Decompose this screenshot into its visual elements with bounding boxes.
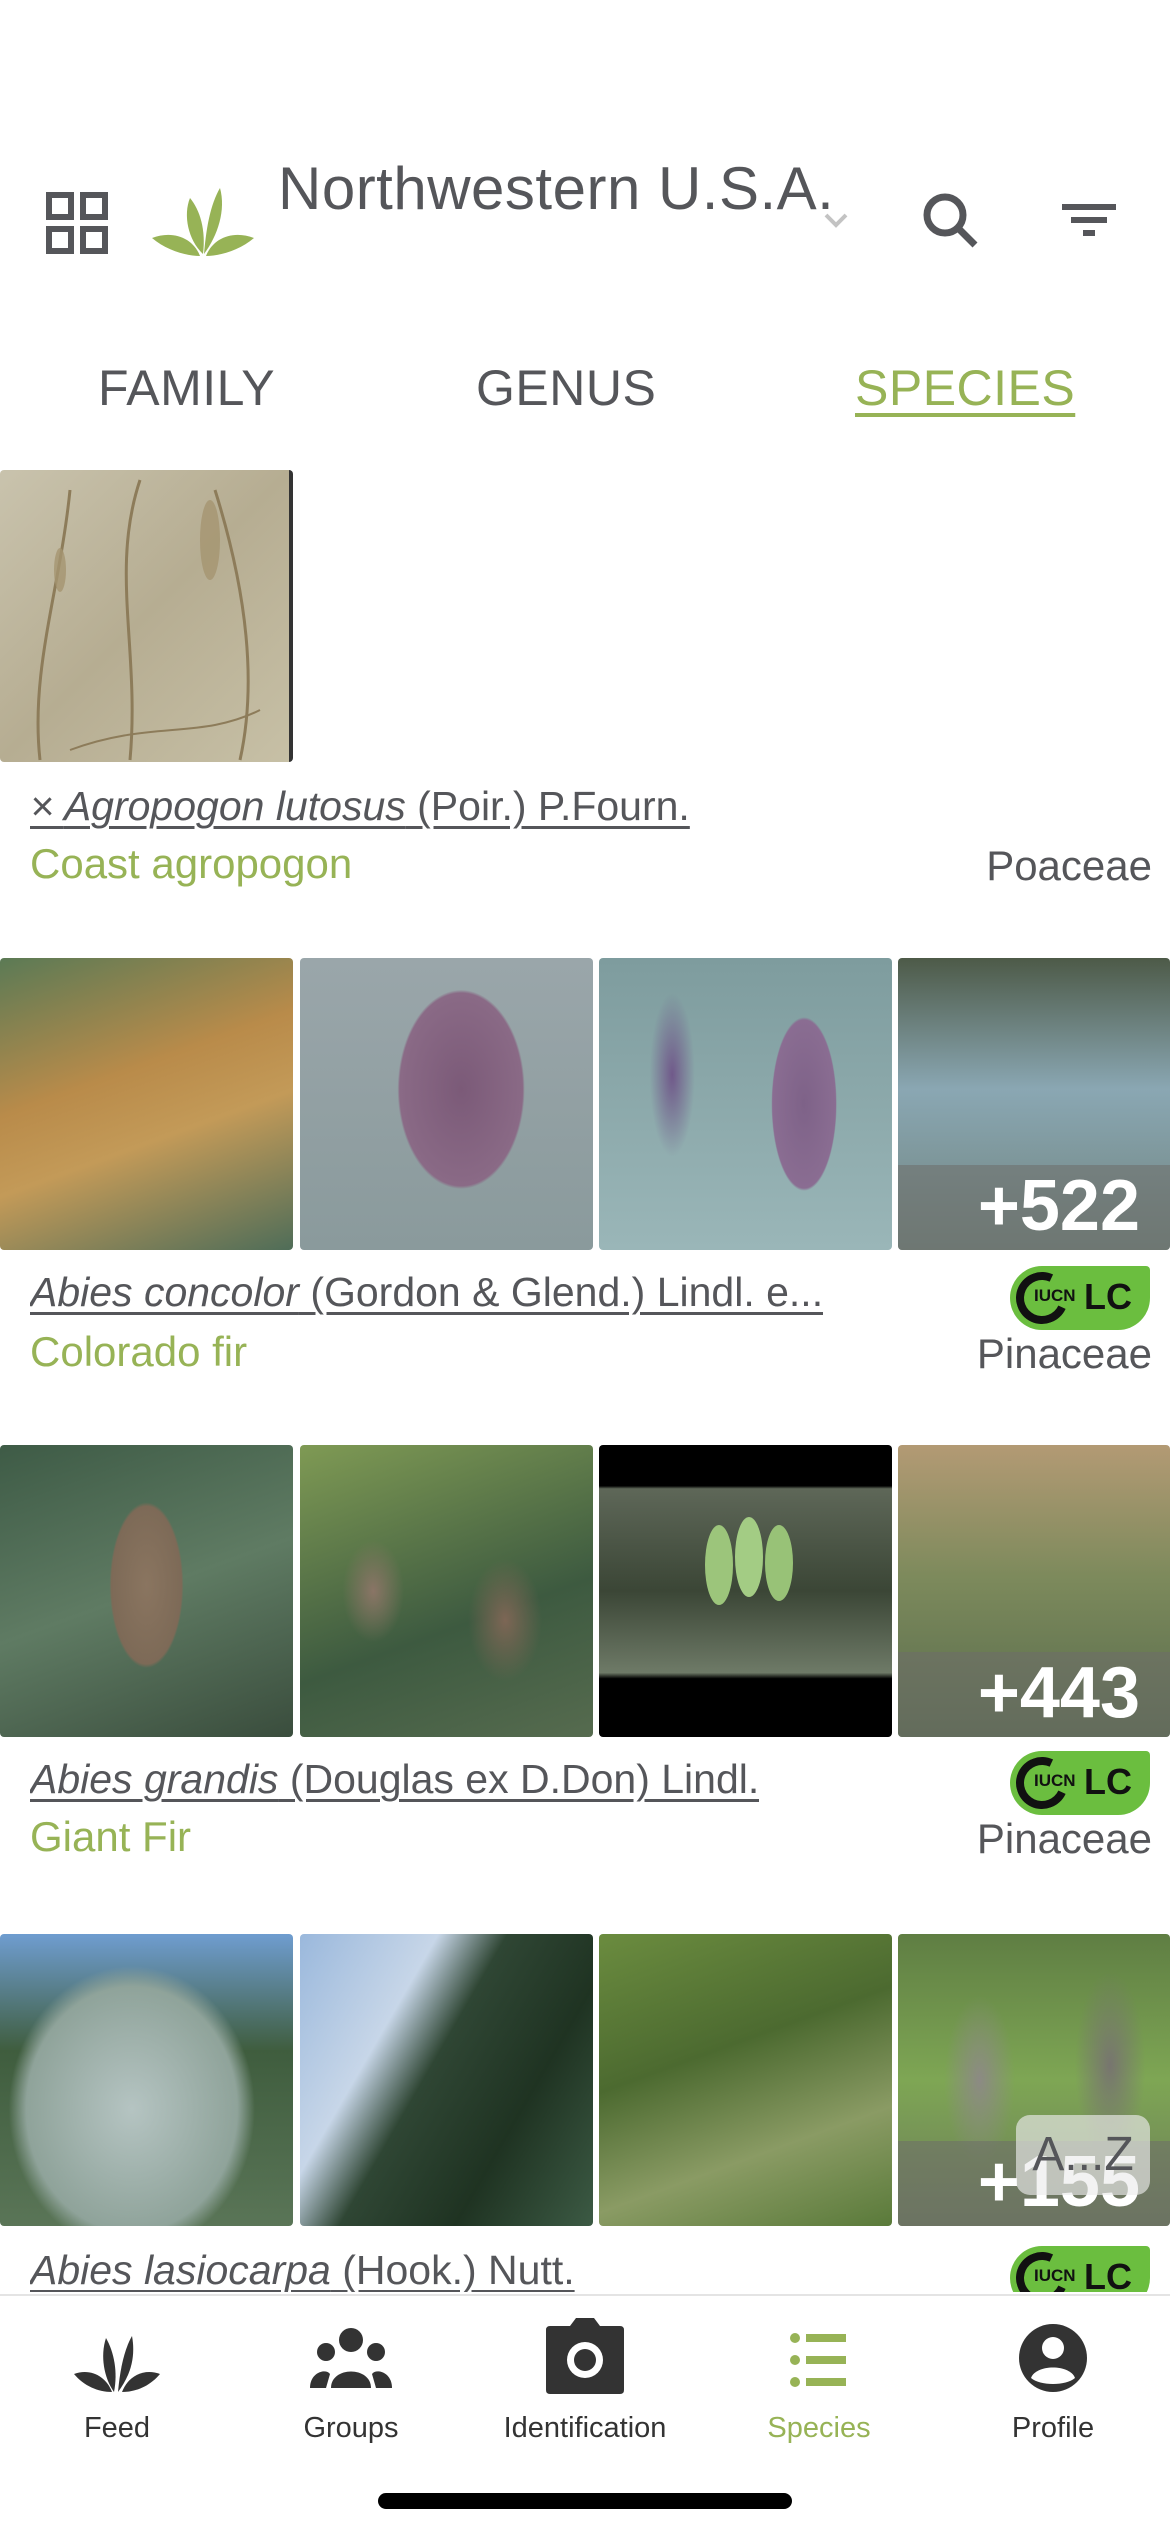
- common-name: Giant Fir: [30, 1813, 192, 1860]
- taxonomy-tabs: FAMILY GENUS SPECIES: [0, 350, 1170, 430]
- iucn-status: LC: [1084, 2256, 1132, 2292]
- iucn-status-badge[interactable]: IUCN LC: [1008, 2244, 1150, 2292]
- species-binomial: Abies grandis: [30, 1756, 279, 1802]
- photo-strip: +443: [0, 1445, 1170, 1737]
- tab-genus[interactable]: GENUS: [476, 350, 656, 426]
- species-binomial: Abies concolor: [30, 1269, 299, 1315]
- tab-species[interactable]: SPECIES: [855, 350, 1075, 426]
- species-photo[interactable]: [0, 1445, 293, 1737]
- list-item[interactable]: × Agropogon lutosus (Poir.) P.Fourn. Coa…: [0, 470, 1170, 940]
- species-photo[interactable]: [300, 1445, 593, 1737]
- photo-strip: +522: [0, 958, 1170, 1250]
- iucn-status: LC: [1084, 1276, 1132, 1317]
- species-author: (Poir.) P.Fourn.: [405, 783, 690, 829]
- family-name: Pinaceae: [976, 1815, 1152, 1862]
- iucn-label: IUCN: [1034, 2266, 1076, 2285]
- list-item[interactable]: +443 Abies grandis (Douglas ex D.Don) Li…: [0, 1445, 1170, 1933]
- nav-label: Feed: [83, 2412, 151, 2444]
- hybrid-mark: ×: [30, 783, 64, 829]
- iucn-status-badge[interactable]: IUCN LC: [1008, 1264, 1150, 1332]
- profile-icon: [998, 2316, 1108, 2396]
- more-photos-count[interactable]: +522: [978, 1166, 1140, 1246]
- home-indicator[interactable]: [378, 2493, 792, 2509]
- nav-species[interactable]: Species: [702, 2316, 936, 2456]
- scientific-name-link[interactable]: Abies grandis (Douglas ex D.Don) Lindl.: [30, 1751, 759, 1807]
- groups-icon: [296, 2316, 406, 2396]
- scientific-name-link[interactable]: Abies concolor (Gordon & Glend.) Lindl. …: [30, 1264, 823, 1320]
- species-photo[interactable]: [300, 958, 593, 1250]
- species-photo[interactable]: [599, 958, 892, 1250]
- species-photo[interactable]: +443: [898, 1445, 1170, 1737]
- more-photos-count[interactable]: +443: [978, 1653, 1140, 1733]
- filter-icon[interactable]: [1050, 182, 1130, 262]
- nav-profile[interactable]: Profile: [936, 2316, 1170, 2456]
- nav-groups[interactable]: Groups: [234, 2316, 468, 2456]
- common-name: Coast agropogon: [30, 840, 353, 887]
- grid-icon[interactable]: [46, 192, 108, 254]
- species-photo[interactable]: [0, 1934, 293, 2226]
- species-photo[interactable]: +522: [898, 958, 1170, 1250]
- iucn-label: IUCN: [1034, 1286, 1076, 1305]
- search-icon[interactable]: [912, 182, 992, 262]
- plant-logo-icon: [148, 180, 258, 260]
- nav-identification[interactable]: Identification: [468, 2316, 702, 2456]
- species-list[interactable]: × Agropogon lutosus (Poir.) P.Fourn. Coa…: [0, 470, 1170, 2292]
- iucn-status-badge[interactable]: IUCN LC: [1008, 1749, 1150, 1817]
- photo-strip: [0, 470, 1170, 762]
- species-binomial: Abies lasiocarpa: [30, 2247, 331, 2292]
- family-name: Poaceae: [986, 842, 1152, 889]
- photo-strip: +155: [0, 1934, 1170, 2226]
- nav-label: Profile: [1011, 2412, 1095, 2444]
- alphabet-index-badge[interactable]: A...Z: [1016, 2115, 1150, 2195]
- common-name: Colorado fir: [30, 1328, 248, 1375]
- species-photo[interactable]: [0, 470, 293, 762]
- iucn-label: IUCN: [1034, 1771, 1076, 1790]
- header: Northwestern U.S.A.: [0, 150, 1170, 300]
- iucn-status: LC: [1084, 1761, 1132, 1802]
- nav-label: Groups: [303, 2412, 399, 2444]
- family-name: Pinaceae: [976, 1330, 1152, 1377]
- nav-label: Species: [767, 2412, 871, 2444]
- scientific-name-link[interactable]: × Agropogon lutosus (Poir.) P.Fourn.: [30, 778, 690, 834]
- nav-label: Identification: [503, 2412, 667, 2444]
- species-binomial: Agropogon lutosus: [63, 783, 406, 829]
- species-photo[interactable]: [599, 1934, 892, 2226]
- species-photo[interactable]: [300, 1934, 593, 2226]
- region-title[interactable]: Northwestern U.S.A.: [278, 154, 838, 224]
- species-photo[interactable]: [0, 958, 293, 1250]
- species-author: (Hook.) Nutt.: [330, 2247, 575, 2292]
- species-photo[interactable]: [599, 1445, 892, 1737]
- scientific-name-link[interactable]: Abies lasiocarpa (Hook.) Nutt.: [30, 2242, 575, 2292]
- list-item[interactable]: +155 Abies lasiocarpa (Hook.) Nutt. IUCN…: [0, 1934, 1170, 2292]
- feed-plant-icon: [62, 2316, 172, 2396]
- species-author: (Douglas ex D.Don) Lindl.: [278, 1756, 760, 1802]
- nav-feed[interactable]: Feed: [0, 2316, 234, 2456]
- list-item[interactable]: +522 Abies concolor (Gordon & Glend.) Li…: [0, 958, 1170, 1446]
- chevron-down-icon[interactable]: [822, 206, 850, 234]
- tab-family[interactable]: FAMILY: [98, 350, 275, 426]
- species-author: (Gordon & Glend.) Lindl. e...: [298, 1269, 824, 1315]
- list-icon: [764, 2316, 874, 2396]
- camera-icon: [530, 2316, 640, 2396]
